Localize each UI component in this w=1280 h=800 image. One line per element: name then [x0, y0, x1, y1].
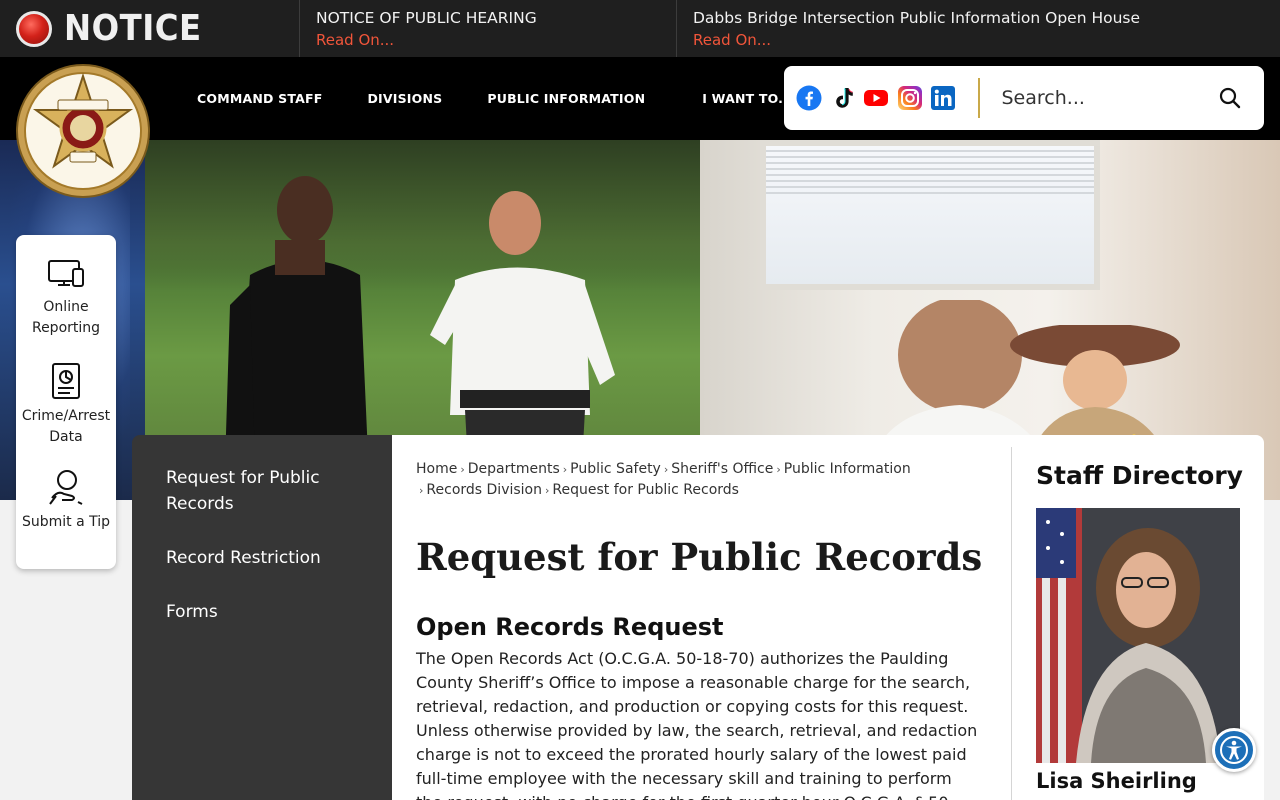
quick-link-online-reporting[interactable]: Online Reporting — [16, 257, 116, 339]
breadcrumb: Home › Departments › Public Safety › Sheriff's… — [416, 459, 976, 501]
window-image — [760, 140, 1100, 290]
breadcrumb-separator-icon: › — [776, 463, 781, 476]
breadcrumb-public-safety[interactable]: Public Safety — [570, 461, 661, 477]
search-social-box — [784, 66, 1264, 130]
section-sidebar: Request for Public Records Record Restri… — [132, 435, 392, 800]
tiktok-icon[interactable] — [830, 85, 856, 111]
breadcrumb-separator-icon: › — [419, 484, 424, 497]
sidebar-item-forms[interactable]: Forms — [166, 599, 366, 625]
notice-read-on-link[interactable]: Read On... — [316, 29, 676, 51]
breadcrumb-separator-icon: › — [460, 463, 465, 476]
staff-directory-title: Staff Directory — [1036, 461, 1243, 490]
instagram-icon[interactable] — [897, 85, 923, 111]
search-divider — [977, 78, 980, 118]
page-title: Request for Public Records — [416, 535, 983, 579]
breadcrumb-current: Request for Public Records — [552, 482, 739, 498]
nav-public-information[interactable]: PUBLIC INFORMATION — [487, 91, 645, 106]
body-text: The Open Records Act (O.C.G.A. 50-18-70)… — [416, 649, 978, 800]
quick-link-label: Submit a Tip — [21, 514, 111, 530]
column-divider — [1011, 447, 1012, 800]
notice-bar: NOTICE NOTICE OF PUBLIC HEARING Read On.… — [0, 0, 1280, 57]
facebook-icon[interactable] — [796, 85, 822, 111]
accessibility-icon — [1220, 736, 1248, 764]
alert-dot-icon — [16, 10, 52, 47]
sheriff-badge-logo[interactable] — [14, 62, 152, 200]
search-input[interactable] — [1001, 87, 1212, 109]
youtube-icon[interactable] — [863, 85, 889, 111]
section-title: Open Records Request — [416, 613, 724, 641]
quick-link-submit-tip[interactable]: Submit a Tip — [16, 468, 116, 533]
breadcrumb-separator-icon: › — [562, 463, 568, 476]
staff-photo — [1036, 508, 1240, 763]
notice-title: NOTICE — [64, 8, 202, 49]
main-content: Home › Departments › Public Safety › Sheriff's… — [392, 435, 1264, 800]
nav-command-staff[interactable]: COMMAND STAFF — [197, 91, 322, 106]
notice-read-on-link[interactable]: Read On... — [693, 29, 1279, 51]
report-document-icon — [52, 363, 80, 399]
tip-hand-icon — [49, 470, 83, 505]
notice-item[interactable]: NOTICE OF PUBLIC HEARING Read On... — [300, 0, 677, 57]
breadcrumb-separator-icon: › — [545, 484, 550, 497]
notice-item-title[interactable]: Dabbs Bridge Intersection Public Informa… — [693, 7, 1279, 29]
breadcrumb-separator-icon: › — [663, 463, 669, 476]
breadcrumb-public-information[interactable]: Public Information — [784, 461, 911, 477]
quick-link-label: Crime/Arrest Data — [21, 408, 111, 445]
linkedin-icon[interactable] — [930, 85, 956, 111]
devices-icon — [48, 260, 84, 287]
breadcrumb-sheriffs-office[interactable]: Sheriff's Office — [671, 461, 773, 477]
breadcrumb-departments[interactable]: Departments — [468, 461, 560, 477]
notice-label: NOTICE — [0, 0, 300, 57]
breadcrumb-records-division[interactable]: Records Division — [426, 482, 542, 498]
staff-name[interactable]: Lisa Sheirling — [1036, 769, 1197, 793]
sidebar-item-record-restriction[interactable]: Record Restriction — [166, 545, 366, 571]
main-nav: COMMAND STAFF DIVISIONS PUBLIC INFORMATI… — [197, 57, 793, 140]
quick-links-panel: Online Reporting Crime/Arrest Data Submi… — [16, 235, 116, 569]
search-icon[interactable] — [1218, 86, 1242, 110]
nav-i-want-to[interactable]: I WANT TO... — [702, 91, 793, 106]
nav-divisions[interactable]: DIVISIONS — [367, 91, 442, 106]
breadcrumb-home[interactable]: Home — [416, 461, 457, 477]
sidebar-item-request-public-records[interactable]: Request for Public Records — [166, 465, 366, 517]
notice-item[interactable]: Dabbs Bridge Intersection Public Informa… — [677, 0, 1279, 57]
quick-link-crime-arrest-data[interactable]: Crime/Arrest Data — [16, 362, 116, 448]
accessibility-button[interactable] — [1212, 728, 1256, 772]
quick-link-label: Online Reporting — [31, 299, 101, 336]
notice-item-title[interactable]: NOTICE OF PUBLIC HEARING — [316, 7, 676, 29]
